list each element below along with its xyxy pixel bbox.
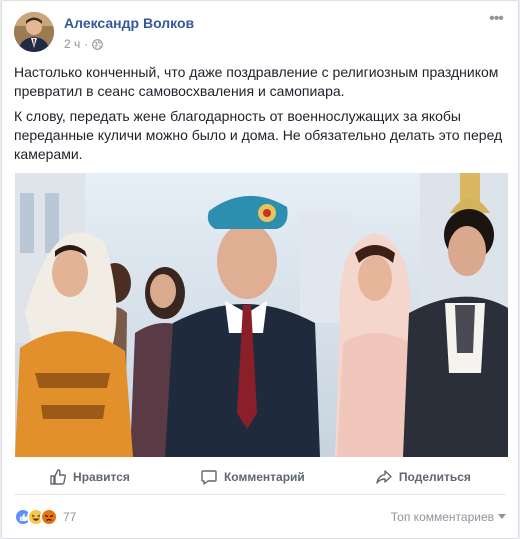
post-footer: 77 Топ комментариев [14,503,506,531]
share-button[interactable]: Поделиться [365,462,481,492]
meta-separator: · [84,37,89,51]
post-paragraph: Настолько конченный, что даже поздравлен… [14,64,499,99]
chevron-down-icon [498,514,506,519]
post-time[interactable]: 2 ч [64,37,80,51]
author-avatar[interactable] [14,12,54,52]
share-label: Поделиться [398,469,471,484]
reactions-summary[interactable]: 77 [14,508,76,526]
post-options-icon[interactable]: ••• [486,11,506,32]
post-meta: 2 ч · [64,37,104,51]
post-paragraph: К слову, передать жене благодарность от … [14,108,503,162]
like-button[interactable]: Нравится [39,462,140,492]
angry-icon [40,508,58,526]
post-actions: Нравится Комментарий Поделиться [14,459,506,495]
share-icon [376,469,392,484]
post-photo[interactable] [15,173,508,457]
comment-label: Комментарий [223,469,305,484]
top-comments-label: Топ комментариев [390,510,494,524]
reaction-count[interactable]: 77 [63,510,76,524]
top-comments-dropdown[interactable]: Топ комментариев [391,510,506,524]
post-card: Александр Волков 2 ч · ••• Настолько кон… [1,0,519,539]
author-name[interactable]: Александр Волков [64,15,194,31]
comment-button[interactable]: Комментарий [190,462,315,492]
post-text: Настолько конченный, что даже поздравлен… [14,63,506,170]
like-label: Нравится [73,469,130,484]
post-header: Александр Волков 2 ч · ••• [14,11,506,56]
globe-icon[interactable] [92,38,104,50]
comment-icon [201,469,217,485]
thumbs-up-icon [50,468,66,485]
